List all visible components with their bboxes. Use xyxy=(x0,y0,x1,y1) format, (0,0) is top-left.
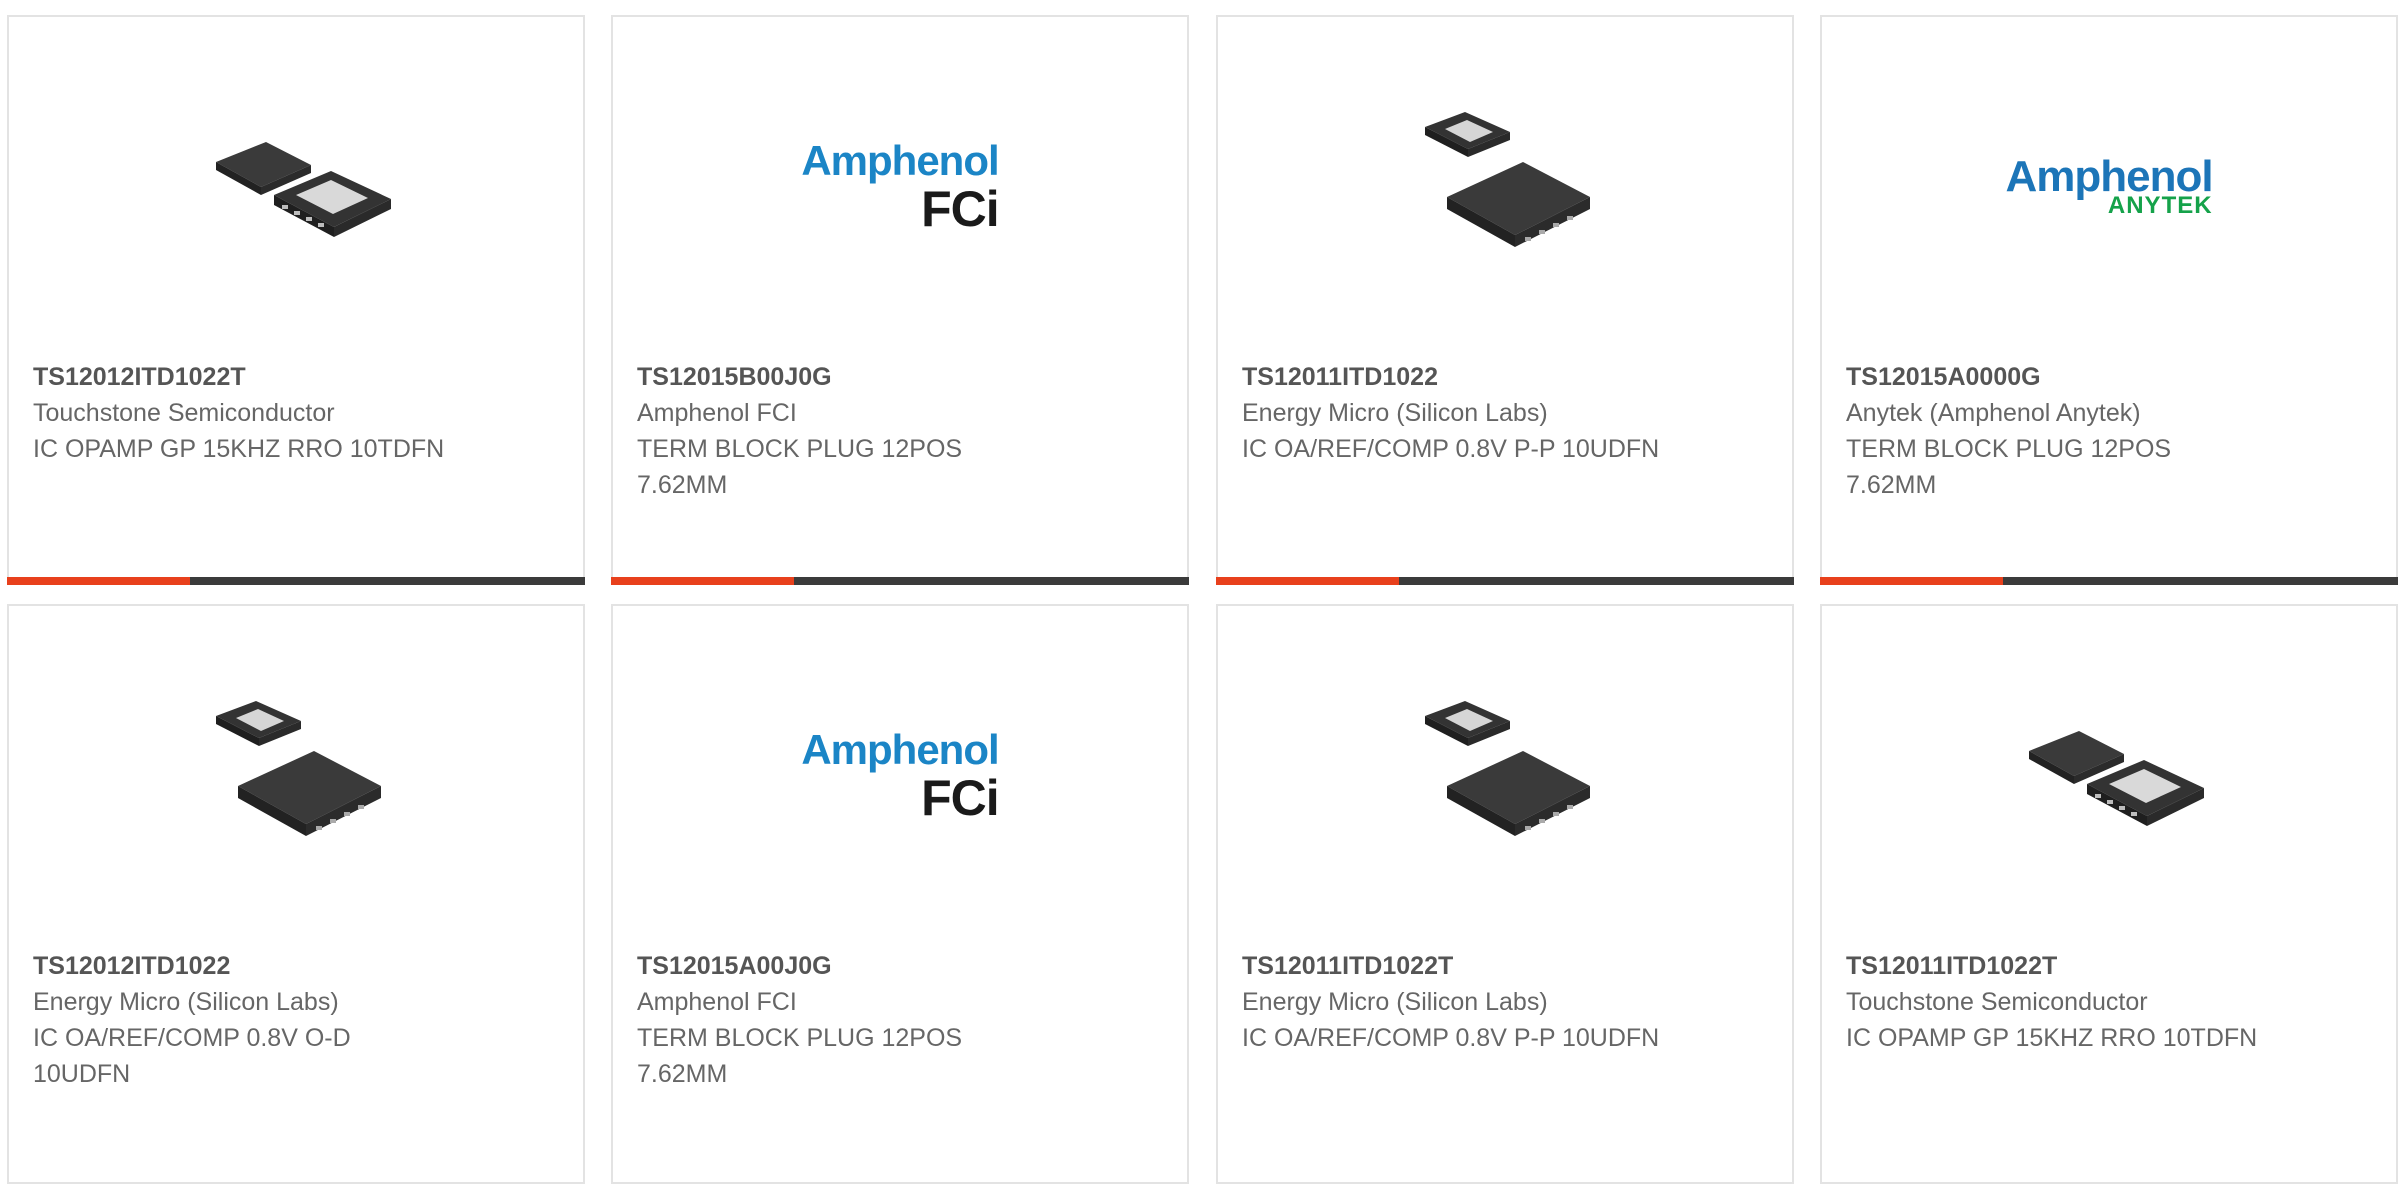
description: IC OA/REF/COMP 0.8V P-P 10UDFN xyxy=(1242,1024,1660,1052)
part-number[interactable]: TS12015A00J0G xyxy=(637,948,1157,984)
product-card[interactable]: Amphenol FCi TS12015B00J0G Amphenol FCI … xyxy=(611,15,1189,585)
logo-sub: FCi xyxy=(921,181,1000,237)
logo-main: Amphenol xyxy=(801,726,999,773)
product-card[interactable]: Amphenol ANYTEK TS12015A0000G Anytek (Am… xyxy=(1820,15,2398,585)
description: TERM BLOCK PLUG 12POS 7.62MM xyxy=(637,1024,963,1088)
product-card[interactable]: TS12011ITD1022T Touchstone Semiconductor… xyxy=(1820,604,2398,1184)
description: IC OPAMP GP 15KHZ RRO 10TDFN xyxy=(1846,1024,2258,1052)
card-accent-bar xyxy=(1216,577,1794,585)
part-number[interactable]: TS12011ITD1022T xyxy=(1242,948,1762,984)
card-accent-bar xyxy=(1820,577,2398,585)
description: TERM BLOCK PLUG 12POS 7.62MM xyxy=(1846,435,2172,499)
product-card[interactable]: Amphenol FCi TS12015A00J0G Amphenol FCI … xyxy=(611,604,1189,1184)
manufacturer: Touchstone Semiconductor xyxy=(1846,988,2148,1016)
manufacturer: Amphenol FCI xyxy=(637,399,797,427)
description: IC OA/REF/COMP 0.8V O-D 10UDFN xyxy=(33,1024,351,1088)
part-number[interactable]: TS12015A0000G xyxy=(1846,359,2366,395)
product-card[interactable]: TS12012ITD1022T Touchstone Semiconductor… xyxy=(7,15,585,585)
manufacturer: Energy Micro (Silicon Labs) xyxy=(1242,399,1548,427)
chip-stack-icon xyxy=(196,676,396,876)
part-number[interactable]: TS12011ITD1022T xyxy=(1846,948,2366,984)
amphenol-fci-logo: Amphenol FCi xyxy=(800,676,1000,876)
product-card[interactable]: TS12011ITD1022 Energy Micro (Silicon Lab… xyxy=(1216,15,1794,585)
product-card[interactable]: TS12012ITD1022 Energy Micro (Silicon Lab… xyxy=(7,604,585,1184)
logo-sub: FCi xyxy=(921,770,1000,826)
manufacturer: Amphenol FCI xyxy=(637,988,797,1016)
product-card[interactable]: TS12011ITD1022T Energy Micro (Silicon La… xyxy=(1216,604,1794,1184)
description: IC OA/REF/COMP 0.8V P-P 10UDFN xyxy=(1242,435,1660,463)
manufacturer: Touchstone Semiconductor xyxy=(33,399,335,427)
manufacturer: Energy Micro (Silicon Labs) xyxy=(1242,988,1548,1016)
card-accent-bar xyxy=(611,577,1189,585)
part-number[interactable]: TS12015B00J0G xyxy=(637,359,1157,395)
part-number[interactable]: TS12011ITD1022 xyxy=(1242,359,1762,395)
amphenol-fci-logo: Amphenol FCi xyxy=(800,87,1000,287)
logo-main: Amphenol xyxy=(801,137,999,184)
manufacturer: Energy Micro (Silicon Labs) xyxy=(33,988,339,1016)
amphenol-anytek-logo: Amphenol ANYTEK xyxy=(2005,87,2213,287)
description: IC OPAMP GP 15KHZ RRO 10TDFN xyxy=(33,435,445,463)
chip-stack-icon xyxy=(1405,87,1605,287)
chip-pair-icon xyxy=(2009,676,2209,876)
part-number[interactable]: TS12012ITD1022 xyxy=(33,948,553,984)
card-accent-bar xyxy=(7,577,585,585)
part-number[interactable]: TS12012ITD1022T xyxy=(33,359,553,395)
description: TERM BLOCK PLUG 12POS 7.62MM xyxy=(637,435,963,499)
manufacturer: Anytek (Amphenol Anytek) xyxy=(1846,399,2141,427)
chip-pair-icon xyxy=(196,87,396,287)
chip-stack-icon xyxy=(1405,676,1605,876)
